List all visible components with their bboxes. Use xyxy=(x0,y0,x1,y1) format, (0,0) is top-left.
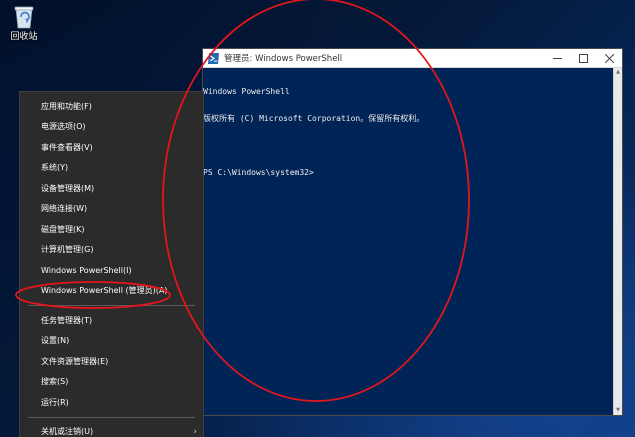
close-icon xyxy=(604,53,614,63)
console-prompt: PS C:\Windows\system32> xyxy=(203,168,314,177)
menu-item-run[interactable]: 运行(R) xyxy=(20,392,203,413)
menu-item-shutdown-or-sign-out[interactable]: 关机或注销(U) › xyxy=(20,422,203,437)
close-button[interactable] xyxy=(596,49,622,67)
winx-context-menu: 应用和功能(F) 电源选项(O) 事件查看器(V) 系统(Y) 设备管理器(M)… xyxy=(19,91,204,437)
menu-item-task-manager[interactable]: 任务管理器(T) xyxy=(20,310,203,331)
menu-item-settings[interactable]: 设置(N) xyxy=(20,331,203,352)
menu-item-disk-management[interactable]: 磁盘管理(K) xyxy=(20,219,203,240)
recycle-bin-icon xyxy=(14,6,34,29)
vertical-scrollbar[interactable]: ▲ ▼ xyxy=(613,68,622,415)
powershell-window[interactable]: 管理员: Windows PowerShell Windows PowerShe… xyxy=(202,48,623,416)
menu-item-computer-management[interactable]: 计算机管理(G) xyxy=(20,240,203,261)
menu-item-apps-and-features[interactable]: 应用和功能(F) xyxy=(20,96,203,117)
chevron-right-icon: › xyxy=(193,426,197,437)
menu-item-system[interactable]: 系统(Y) xyxy=(20,158,203,179)
menu-item-label: 关机或注销(U) xyxy=(41,427,94,437)
menu-item-power-options[interactable]: 电源选项(O) xyxy=(20,117,203,138)
menu-item-windows-powershell-admin[interactable]: Windows PowerShell (管理员)(A) xyxy=(20,281,203,302)
menu-item-file-explorer[interactable]: 文件资源管理器(E) xyxy=(20,351,203,372)
recycle-bin-shortcut[interactable]: 回收站 xyxy=(4,4,44,43)
console-output[interactable]: Windows PowerShell 版权所有 (C) Microsoft Co… xyxy=(203,68,622,195)
console-line: 版权所有 (C) Microsoft Corporation。保留所有权利。 xyxy=(203,114,425,123)
console-line: Windows PowerShell xyxy=(203,87,290,96)
window-titlebar[interactable]: 管理员: Windows PowerShell xyxy=(203,49,622,68)
powershell-icon xyxy=(208,52,219,64)
maximize-button[interactable] xyxy=(570,49,596,67)
recycle-bin-label: 回收站 xyxy=(10,32,38,42)
maximize-icon xyxy=(578,53,588,63)
menu-separator xyxy=(28,305,195,306)
minimize-button[interactable] xyxy=(544,49,570,67)
menu-item-device-manager[interactable]: 设备管理器(M) xyxy=(20,178,203,199)
desktop: 回收站 管理员: Windows PowerShell Windows Powe… xyxy=(0,0,635,437)
window-title: 管理员: Windows PowerShell xyxy=(224,54,343,64)
minimize-icon xyxy=(552,57,562,59)
menu-item-windows-powershell[interactable]: Windows PowerShell(I) xyxy=(20,260,203,281)
menu-separator xyxy=(28,416,195,418)
window-controls xyxy=(544,49,622,67)
menu-item-network-connections[interactable]: 网络连接(W) xyxy=(20,199,203,220)
scroll-down-icon[interactable]: ▼ xyxy=(614,406,622,415)
menu-item-event-viewer[interactable]: 事件查看器(V) xyxy=(20,137,203,158)
menu-item-search[interactable]: 搜索(S) xyxy=(20,372,203,393)
scroll-up-icon[interactable]: ▲ xyxy=(614,68,622,77)
